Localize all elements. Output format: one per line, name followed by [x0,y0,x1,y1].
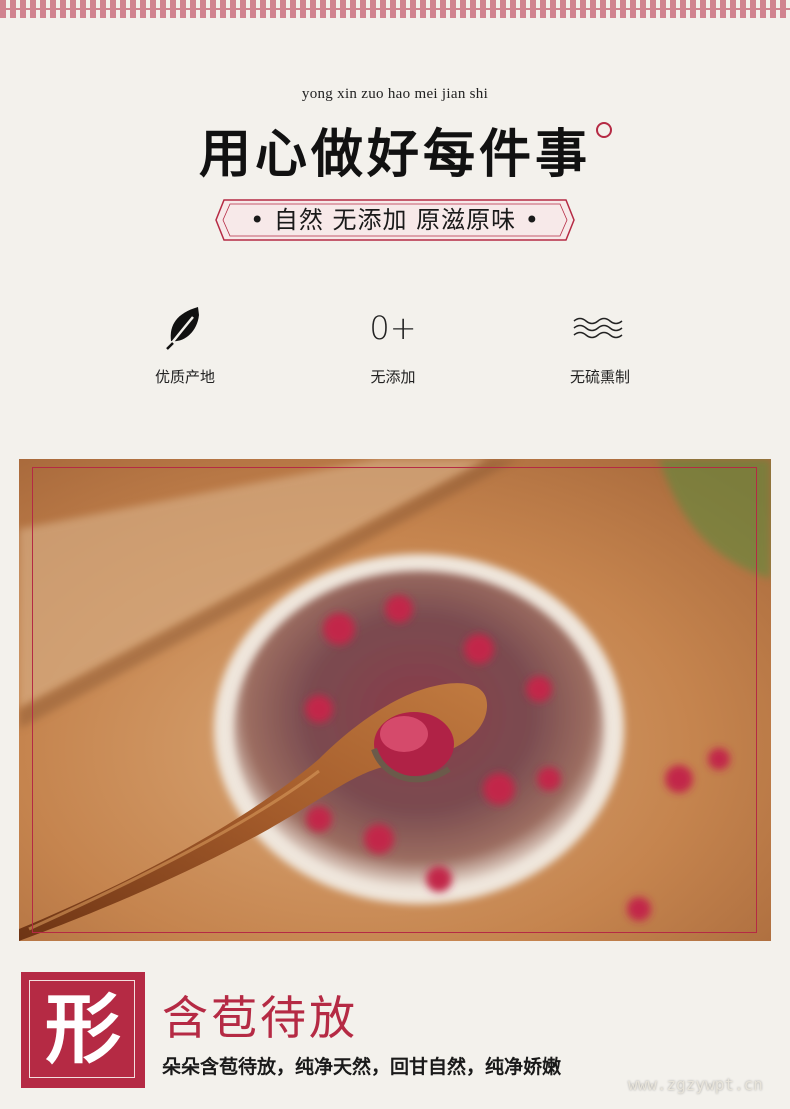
leaf-icon [105,300,265,356]
section-badge-character: 形 [45,985,121,1074]
product-photo [19,459,771,941]
pinyin-subtitle: yong xin zuo hao mei jian shi [301,86,489,102]
zero-plus-icon: 0+ [369,309,417,347]
page-headline: 用心做好每件事 [198,124,591,185]
feature-label: 无添加 [370,368,416,386]
watermark: www.zgzywpt.cn [628,1075,763,1094]
feature-label: 优质产地 [154,368,215,386]
decorative-top-border [0,0,790,18]
tagline-text: • 自然 无添加 原滋原味 • [250,206,540,234]
wave-icon [520,300,680,356]
tagline-banner: • 自然 无添加 原滋原味 • [214,198,576,242]
section-title: 含苞待放 [162,991,358,1045]
feature-no-sulfur: 无硫熏制 [520,300,680,387]
feature-origin: 优质产地 [105,300,265,387]
feature-no-additive: 0+ 无添加 [313,300,473,387]
seal-dot-icon [596,122,612,138]
section-description: 朵朵含苞待放，纯净天然，回甘自然，纯净娇嫩 [162,1056,562,1078]
section-badge: 形 [21,972,145,1088]
feature-label: 无硫熏制 [569,368,630,386]
